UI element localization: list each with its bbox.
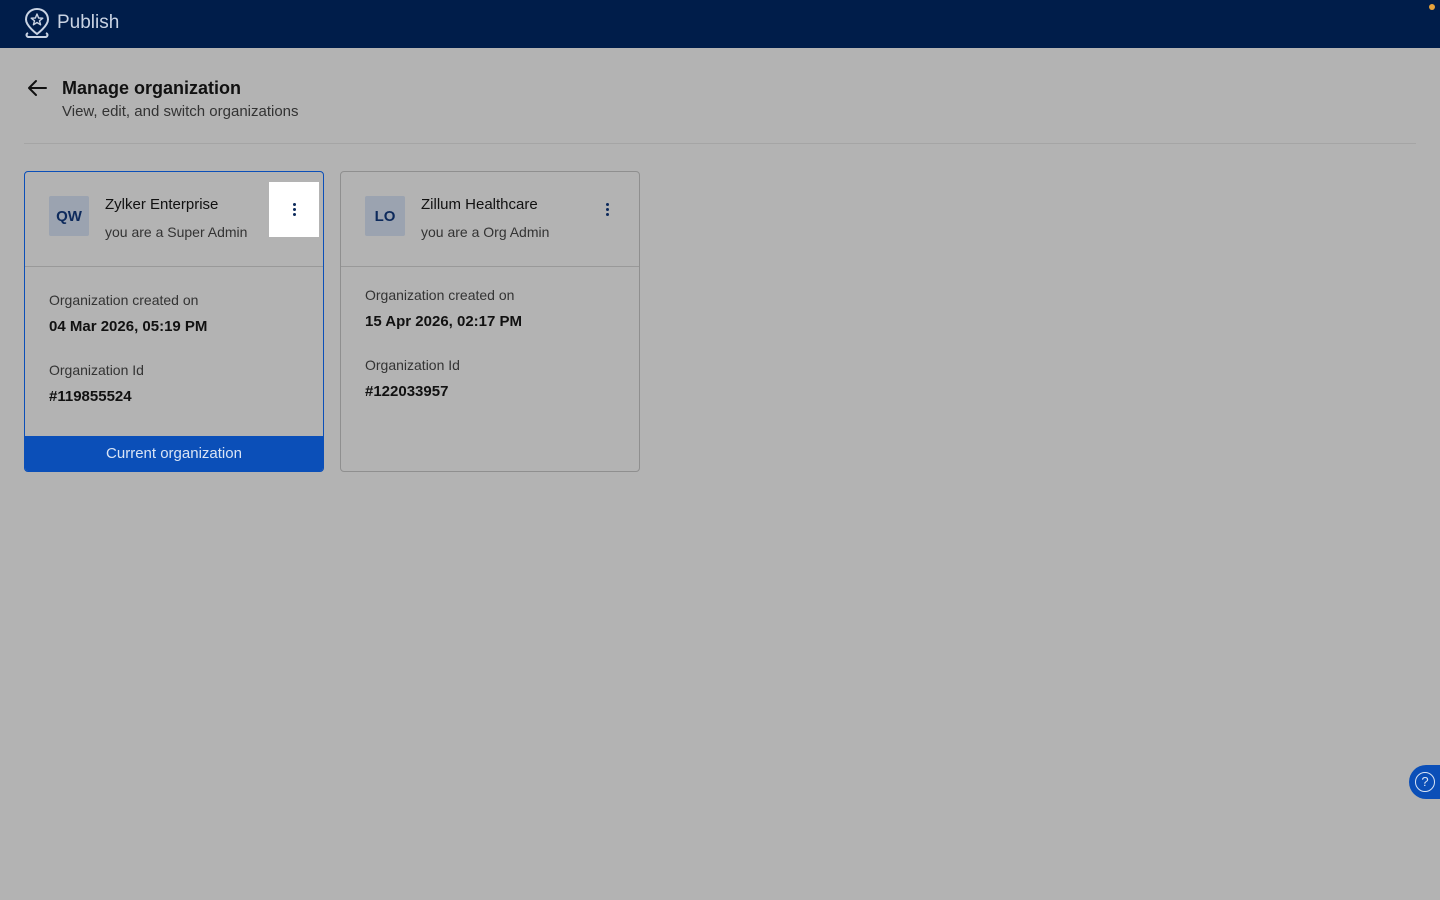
more-vertical-icon — [605, 203, 609, 216]
more-vertical-icon — [292, 203, 296, 216]
created-label: Organization created on — [49, 292, 199, 308]
page-subtitle: View, edit, and switch organizations — [62, 103, 299, 120]
created-value: 04 Mar 2026, 05:19 PM — [49, 318, 208, 335]
notification-dot — [1429, 4, 1435, 10]
org-avatar: LO — [365, 196, 405, 236]
org-menu-button[interactable] — [582, 182, 632, 237]
page-title: Manage organization — [62, 78, 242, 98]
created-label: Organization created on — [365, 287, 515, 303]
org-name: Zylker Enterprise — [105, 196, 219, 213]
header-divider — [24, 143, 1416, 144]
org-id-label: Organization Id — [49, 362, 144, 378]
org-name: Zillum Healthcare — [421, 196, 538, 213]
org-id-value: #119855524 — [49, 388, 132, 405]
org-id-label: Organization Id — [365, 357, 460, 373]
org-role: you are a Org Admin — [421, 224, 550, 240]
org-card-header: LO Zillum Healthcare you are a Org Admin — [341, 172, 639, 267]
arrow-left-icon[interactable] — [26, 78, 50, 98]
org-menu-button[interactable] — [269, 182, 319, 237]
help-button[interactable]: ? — [1409, 765, 1440, 799]
top-bar: Publish — [0, 0, 1440, 48]
page-header: Manage organization View, edit, and swit… — [0, 48, 1440, 144]
created-value: 15 Apr 2026, 02:17 PM — [365, 313, 523, 330]
help-icon: ? — [1415, 772, 1435, 792]
org-id-value: #122033957 — [365, 383, 449, 400]
org-card-header: QW Zylker Enterprise you are a Super Adm… — [25, 172, 323, 267]
org-role: you are a Super Admin — [105, 224, 248, 240]
org-card-zillum[interactable]: LO Zillum Healthcare you are a Org Admin… — [340, 171, 640, 472]
org-card-zylker[interactable]: QW Zylker Enterprise you are a Super Adm… — [24, 171, 324, 472]
current-organization-badge: Current organization — [25, 436, 323, 471]
app-title: Publish — [57, 12, 120, 33]
location-star-icon[interactable] — [23, 7, 51, 41]
org-avatar: QW — [49, 196, 89, 236]
